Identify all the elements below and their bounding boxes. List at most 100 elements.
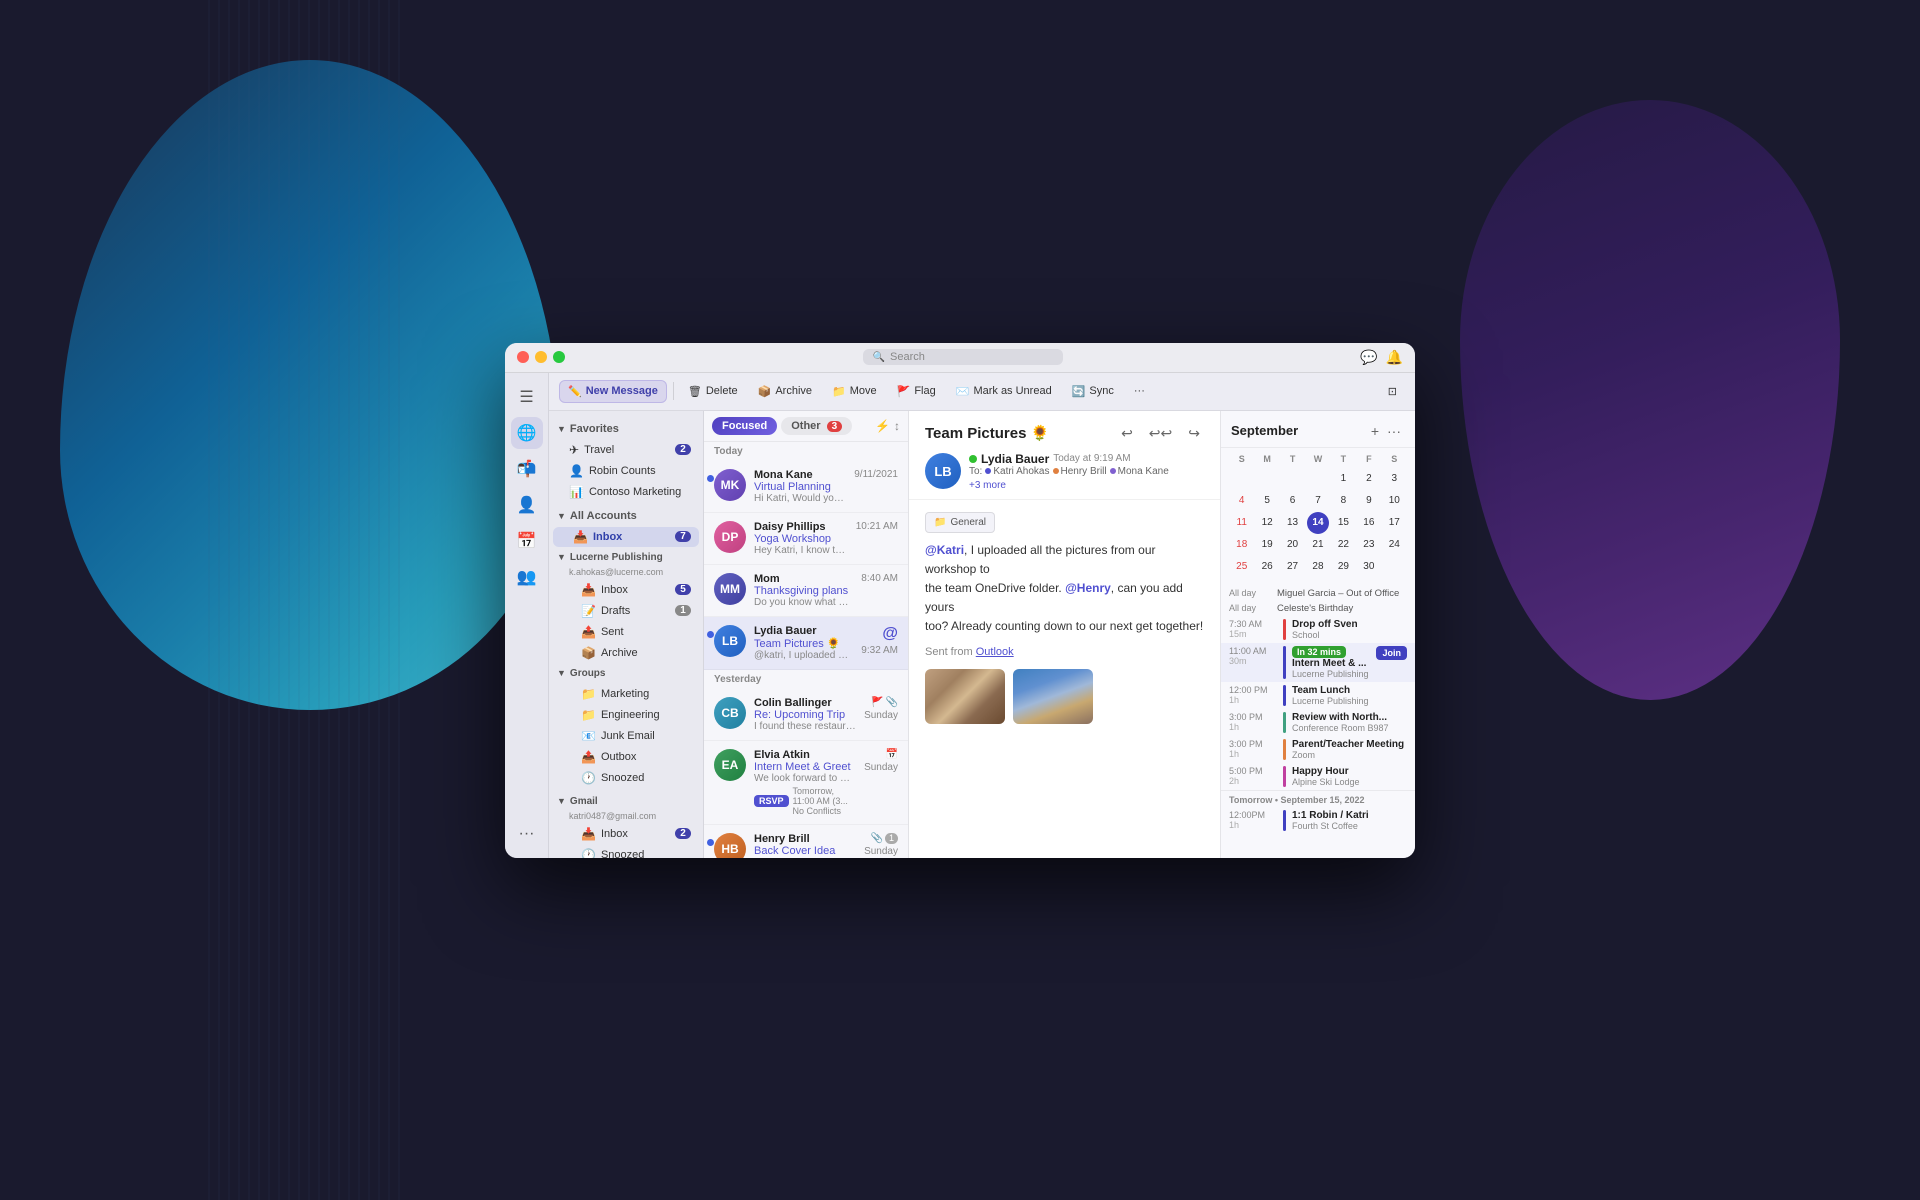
calendar-add-button[interactable]: + [1367,421,1383,441]
cal-day[interactable]: 24 [1383,534,1405,556]
delete-button[interactable]: 🗑 Delete [680,381,746,402]
globe-icon[interactable]: 🌐 [511,417,543,449]
join-button[interactable]: Join [1376,646,1407,660]
email-item-daisy-phillips[interactable]: DP Daisy Phillips Yoga Workshop Hey Katr… [704,513,908,565]
lucerne-header[interactable]: ▼ Lucerne Publishing [549,548,703,567]
cal-day[interactable]: 15 [1332,512,1354,534]
cal-day[interactable]: 3 [1383,468,1405,490]
close-button[interactable] [517,351,529,363]
email-item-mom[interactable]: MM Mom Thanksgiving plans Do you know wh… [704,565,908,617]
email-item-colin-ballinger[interactable]: CB Colin Ballinger Re: Upcoming Trip I f… [704,689,908,741]
cal-day[interactable]: 29 [1332,556,1354,578]
more-icon[interactable]: ··· [511,818,543,850]
cal-day[interactable] [1231,468,1253,490]
sidebar-item-marketing[interactable]: 📁 Marketing [553,684,699,704]
more-toolbar-button[interactable]: ··· [1126,381,1153,401]
cal-day[interactable]: 21 [1307,534,1329,556]
filter-icon[interactable]: ⚡ [875,419,890,433]
attachment-thumb-louvre[interactable] [925,669,1005,724]
rsvp-badge[interactable]: RSVP [754,795,789,807]
sidebar-item-lucerne-drafts[interactable]: 📝 Drafts 1 [553,601,699,621]
email-item-elvia-atkin[interactable]: EA Elvia Atkin Intern Meet & Greet We lo… [704,741,908,825]
sidebar-item-robin-counts[interactable]: 👤 Robin Counts [553,461,699,481]
sidebar-item-snoozed[interactable]: 🕐 Snoozed [553,768,699,788]
cal-day[interactable]: 8 [1332,490,1354,512]
groups-header[interactable]: ▼ Groups [549,664,703,683]
cal-day[interactable]: 20 [1282,534,1304,556]
sidebar-item-lucerne-archive[interactable]: 📦 Archive [553,643,699,663]
sort-icon[interactable]: ↕ [894,419,900,433]
cal-day[interactable]: 27 [1282,556,1304,578]
cal-event-drop-sven[interactable]: 7:30 AM 15m Drop off Sven School [1221,616,1415,643]
cal-day[interactable] [1282,468,1304,490]
email-item-mona-kane[interactable]: MK Mona Kane Virtual Planning Hi Katri, … [704,461,908,513]
attachment-thumb-city[interactable] [1013,669,1093,724]
cal-day[interactable]: 23 [1358,534,1380,556]
cal-day[interactable]: 9 [1358,490,1380,512]
search-input-wrap[interactable]: 🔍 Search [863,349,1063,365]
sidebar-item-contoso[interactable]: 📊 Contoso Marketing [553,482,699,502]
cal-day[interactable] [1256,468,1278,490]
email-list-scroll[interactable]: Today MK Mona Kane Virtual Planning Hi K… [704,442,908,858]
mark-unread-button[interactable]: ✉️ Mark as Unread [948,381,1060,402]
cal-event-intern-meet[interactable]: 11:00 AM 30m In 32 mins Intern Meet & ..… [1221,643,1415,682]
cal-day[interactable]: 16 [1358,512,1380,534]
cal-day[interactable]: 2 [1358,468,1380,490]
sidebar-item-gmail-snoozed[interactable]: 🕐 Snoozed [553,845,699,858]
cal-event-parent-teacher[interactable]: 3:00 PM 1h Parent/Teacher Meeting Zoom [1221,736,1415,763]
all-accounts-header[interactable]: ▼ All Accounts [549,506,703,526]
mail-icon[interactable]: 📬 [511,453,543,485]
sidebar-item-junk[interactable]: 📧 Junk Email [553,726,699,746]
cal-day[interactable]: 18 [1231,534,1253,556]
chat-icon[interactable]: 💬 [1360,349,1377,366]
cal-day-today[interactable]: 14 [1307,512,1329,534]
sidebar-item-travel[interactable]: ✈ Travel 2 [553,440,699,460]
tab-other[interactable]: Other 3 [781,417,852,435]
new-message-button[interactable]: ✏️ New Message [559,380,667,403]
cal-event-review-north[interactable]: 3:00 PM 1h Review with North... Conferen… [1221,709,1415,736]
favorites-header[interactable]: ▼ Favorites [549,419,703,439]
cal-event-happy-hour[interactable]: 5:00 PM 2h Happy Hour Alpine Ski Lodge [1221,763,1415,790]
expand-button[interactable]: ⊡ [1380,381,1405,402]
tab-focused[interactable]: Focused [712,417,777,435]
cal-day[interactable]: 1 [1332,468,1354,490]
notification-icon[interactable]: 🔔 [1386,349,1403,366]
cal-event-team-lunch[interactable]: 12:00 PM 1h Team Lunch Lucerne Publishin… [1221,682,1415,709]
sidebar-item-engineering[interactable]: 📁 Engineering [553,705,699,725]
cal-day[interactable]: 17 [1383,512,1405,534]
minimize-button[interactable] [535,351,547,363]
cal-day[interactable]: 13 [1282,512,1304,534]
cal-day[interactable]: 6 [1282,490,1304,512]
cal-day[interactable]: 19 [1256,534,1278,556]
calendar-icon[interactable]: 📅 [511,525,543,557]
sidebar-item-lucerne-inbox[interactable]: 📥 Inbox 5 [553,580,699,600]
hamburger-menu-icon[interactable]: ☰ [511,381,543,413]
email-item-henry-brill[interactable]: HB Henry Brill Back Cover Idea 📎 1 [704,825,908,858]
reply-button[interactable]: ↩ [1117,423,1137,444]
cal-day[interactable]: 7 [1307,490,1329,512]
move-button[interactable]: 📁 Move [824,381,885,402]
sync-button[interactable]: 🔄 Sync [1064,381,1122,402]
sidebar-item-inbox-main[interactable]: 📥 Inbox 7 [553,527,699,547]
flag-button[interactable]: 🚩 Flag [889,381,944,402]
email-item-lydia-bauer[interactable]: LB Lydia Bauer Team Pictures 🌻 @katri, I… [704,617,908,670]
contacts-icon[interactable]: 👤 [511,489,543,521]
sidebar-item-outbox[interactable]: 📤 Outbox [553,747,699,767]
forward-button[interactable]: ↪ [1184,423,1204,444]
cal-day[interactable]: 28 [1307,556,1329,578]
cal-event-robin-katri[interactable]: 12:00PM 1h 1:1 Robin / Katri Fourth St C… [1221,807,1415,834]
maximize-button[interactable] [553,351,565,363]
more-recipients-link[interactable]: +3 more [969,480,1006,491]
cal-day[interactable]: 4 [1231,490,1253,512]
cal-day[interactable]: 30 [1358,556,1380,578]
cal-day[interactable]: 22 [1332,534,1354,556]
cal-day[interactable]: 5 [1256,490,1278,512]
calendar-more-button[interactable]: ··· [1383,421,1405,441]
cal-day[interactable]: 25 [1231,556,1253,578]
outlook-link[interactable]: Outlook [976,646,1014,658]
cal-day[interactable]: 11 [1231,512,1253,534]
cal-day[interactable]: 10 [1383,490,1405,512]
sidebar-item-gmail-inbox[interactable]: 📥 Inbox 2 [553,824,699,844]
archive-button[interactable]: 📦 Archive [750,381,820,402]
reply-all-button[interactable]: ↩↩ [1145,423,1176,444]
